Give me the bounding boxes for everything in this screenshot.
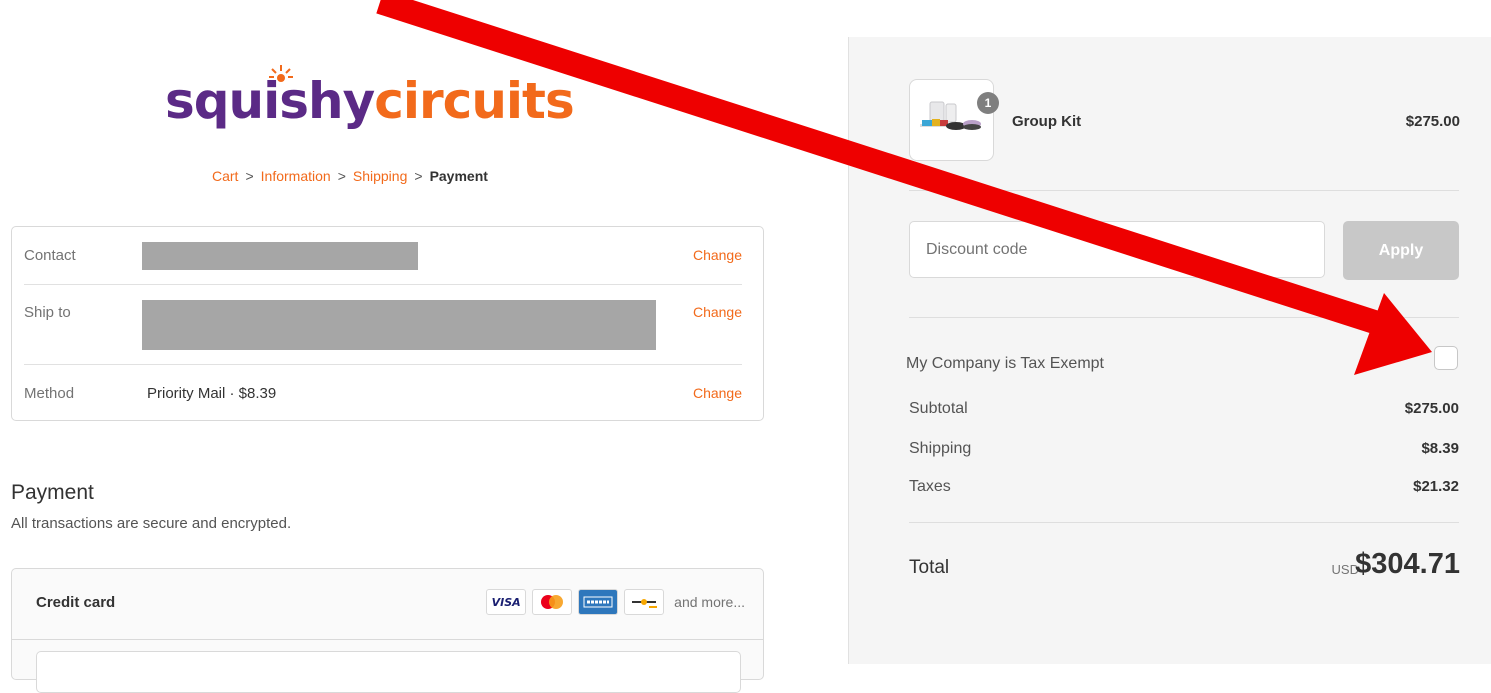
divider: [24, 364, 742, 365]
credit-card-option[interactable]: Credit card VISA and more...: [11, 568, 764, 693]
ship-to-label: Ship to: [24, 304, 71, 321]
more-cards-label: and more...: [674, 594, 745, 610]
shipping-value: $8.39: [1421, 440, 1459, 457]
shipping-label: Shipping: [909, 440, 972, 457]
checkout-main: squishycircuits Cart > Information > Shippin…: [0, 0, 848, 693]
breadcrumb-cart[interactable]: Cart: [212, 168, 238, 184]
breadcrumb-shipping[interactable]: Shipping: [353, 168, 408, 184]
chevron-right-icon: >: [337, 168, 346, 184]
redacted-contact: [142, 242, 418, 270]
card-icons: VISA and more...: [486, 589, 745, 615]
divider: [909, 522, 1459, 523]
divider: [24, 284, 742, 285]
breadcrumb-information[interactable]: Information: [261, 168, 331, 184]
chevron-right-icon: >: [414, 168, 423, 184]
method-value: Priority Mail · $8.39: [147, 385, 277, 402]
chevron-right-icon: >: [245, 168, 254, 184]
mastercard-icon: [532, 589, 573, 615]
generic-card-icon: [624, 589, 665, 615]
amex-icon: [578, 589, 619, 615]
taxes-label: Taxes: [909, 478, 951, 495]
product-price: $275.00: [1405, 113, 1460, 130]
breadcrumb: Cart > Information > Shipping > Payment: [212, 168, 488, 184]
card-number-field[interactable]: [36, 651, 741, 693]
brand-logo[interactable]: squishycircuits: [165, 65, 575, 142]
method-label: Method: [24, 385, 75, 402]
change-method-link[interactable]: Change: [693, 385, 742, 401]
divider: [909, 190, 1459, 191]
quantity-badge: 1: [977, 92, 999, 114]
payment-subtitle: All transactions are secure and encrypte…: [11, 515, 292, 532]
tax-exempt-label: My Company is Tax Exempt: [906, 355, 1104, 372]
visa-icon: VISA: [486, 589, 527, 615]
product-thumbnail: [909, 79, 994, 161]
apply-discount-button[interactable]: Apply: [1343, 221, 1459, 280]
divider: [12, 639, 763, 640]
credit-card-label: Credit card: [36, 594, 116, 611]
total-label: Total: [909, 557, 950, 578]
divider: [909, 317, 1459, 318]
subtotal-label: Subtotal: [909, 400, 968, 417]
total-value: $304.71: [1355, 548, 1460, 580]
subtotal-value: $275.00: [1404, 400, 1459, 417]
product-name: Group Kit: [1012, 113, 1082, 130]
tax-exempt-checkbox[interactable]: [1434, 346, 1458, 370]
breadcrumb-current: Payment: [429, 168, 488, 184]
review-block: Contact Change Ship to Change Method Pri…: [11, 226, 764, 421]
sun-icon: [269, 65, 293, 82]
redacted-address: [142, 300, 656, 350]
change-contact-link[interactable]: Change: [693, 247, 742, 263]
order-summary: 1 Group Kit $275.00 Apply My Company is …: [848, 37, 1491, 664]
kit-image-icon: [920, 101, 981, 130]
contact-label: Contact: [24, 247, 76, 264]
brand-word-2: circuits: [374, 72, 574, 130]
payment-heading: Payment: [11, 481, 94, 504]
discount-code-input[interactable]: [909, 221, 1325, 278]
change-ship-link[interactable]: Change: [693, 304, 742, 320]
taxes-value: $21.32: [1413, 478, 1459, 495]
